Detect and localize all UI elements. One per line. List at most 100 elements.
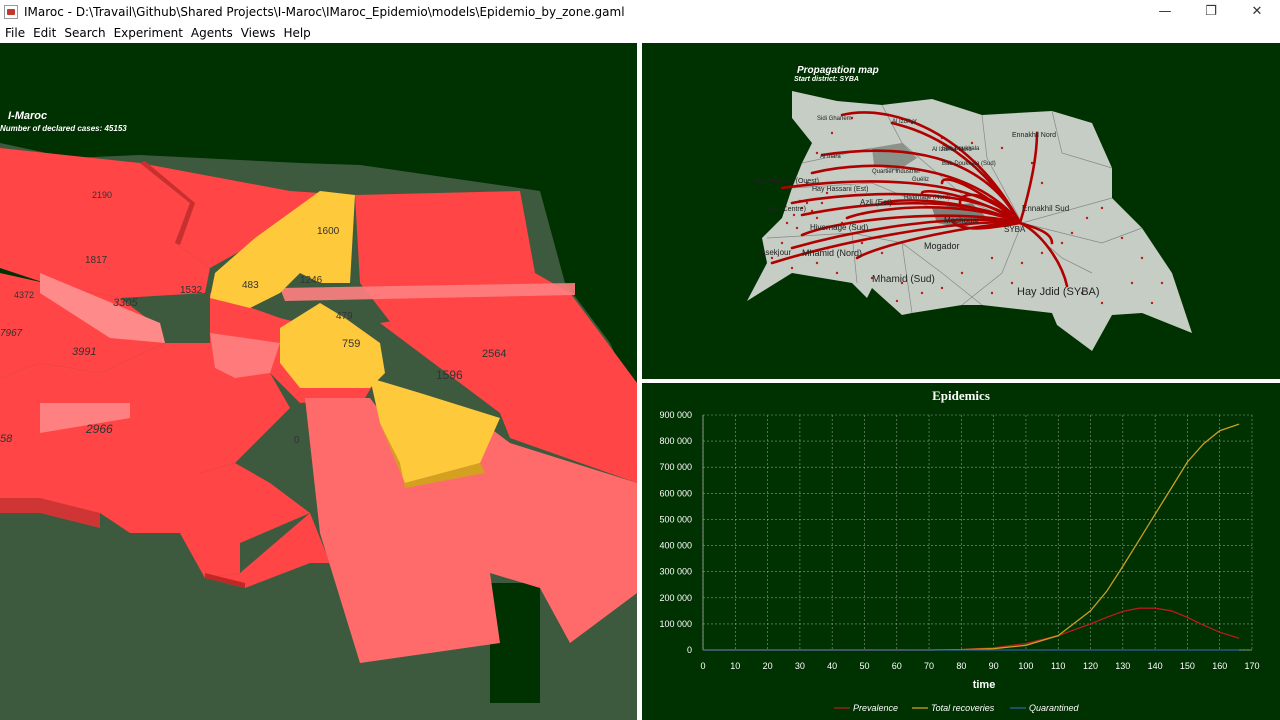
minimize-button[interactable]: —: [1142, 0, 1188, 23]
district-label: Ennakhil Nord: [1012, 132, 1056, 139]
menu-experiment[interactable]: Experiment: [110, 26, 187, 40]
district-label: Azli (Est): [860, 198, 892, 207]
menu-file[interactable]: File: [0, 26, 29, 40]
y-tick-label: 700 000: [659, 462, 692, 472]
district-label: Hay Jdid (SYBA): [1017, 286, 1100, 298]
district-label: Al Izdihar: [892, 119, 917, 125]
chart-series: [703, 423, 1240, 651]
y-tick-label: 200 000: [659, 593, 692, 603]
x-tick-label: 100: [1018, 661, 1033, 671]
propagation-map-view[interactable]: Propagation map Start district: SYBA Enn…: [642, 43, 1280, 379]
x-tick-label: 20: [763, 661, 773, 671]
district-label: SYBA: [1004, 225, 1026, 234]
series-line-prevalence: [703, 607, 1240, 651]
x-tick-label: 160: [1212, 661, 1227, 671]
x-axis-label: time: [973, 679, 996, 691]
x-tick-label: 120: [1083, 661, 1098, 671]
legend-label: Quarantined: [1029, 703, 1080, 713]
zone-label: 4372: [14, 290, 34, 300]
zone-label: 2190: [92, 190, 112, 200]
title-bar: IMaroc - D:\Travail\Github\Shared Projec…: [0, 0, 1280, 23]
district-label: Hay Hassani (Est): [812, 186, 868, 193]
zone-label: 1817: [85, 255, 108, 266]
epidemics-chart: Epidemics 0 10 20 30 40 50 60 70 80 90 100 110 120 13…: [659, 388, 1259, 713]
x-tick-label: 130: [1115, 661, 1130, 671]
menu-help[interactable]: Help: [279, 26, 314, 40]
window-title: IMaroc - D:\Travail\Github\Shared Projec…: [24, 4, 625, 19]
maximize-button[interactable]: ❐: [1188, 0, 1234, 23]
district-label: Guéliz: [912, 177, 929, 183]
zone-map-canvas: I-Maroc Number of declared cases: 45153 …: [0, 110, 637, 720]
zone-label: 2966: [85, 422, 113, 436]
x-tick-label: 150: [1180, 661, 1195, 671]
x-tick-label: 50: [859, 661, 869, 671]
district-label: Sidi Ghanem: [817, 116, 852, 122]
zone-label: 3991: [72, 346, 96, 358]
chart-grid: [702, 414, 1253, 651]
district-label: Mhamid (Sud): [872, 274, 935, 285]
menu-views[interactable]: Views: [237, 26, 280, 40]
district-label: Bab Doukkala (Sud): [942, 161, 996, 167]
close-button[interactable]: ✕: [1234, 0, 1280, 23]
district-label: Asekjour: [760, 248, 791, 257]
district-label: Azli (Centre): [767, 206, 806, 213]
propagation-map-canvas: Propagation map Start district: SYBA Enn…: [747, 65, 1192, 351]
menu-bar: File Edit Search Experiment Agents Views…: [0, 23, 1280, 43]
x-tick-label: 60: [892, 661, 902, 671]
zone-label: 0: [294, 435, 300, 446]
x-tick-label: 40: [827, 661, 837, 671]
district-label: Hivernage (Sud): [810, 223, 869, 232]
x-tick-label: 140: [1148, 661, 1163, 671]
x-tick-label: 90: [989, 661, 999, 671]
y-tick-label: 600 000: [659, 488, 692, 498]
district-label: Hay Hassani (Ouest): [754, 178, 819, 185]
chart-legend: Prevalence Total recoveries Quarantined: [834, 703, 1080, 713]
zone-label: 483: [242, 280, 259, 291]
window-controls: — ❐ ✕: [1142, 0, 1280, 23]
chart-title: Epidemics: [932, 388, 990, 403]
y-tick-label: 800 000: [659, 436, 692, 446]
app-icon: [4, 4, 18, 19]
epidemics-chart-view[interactable]: Epidemics 0 10 20 30 40 50 60 70 80 90 100 110 120 13…: [642, 383, 1280, 720]
x-tick-label: 110: [1051, 661, 1065, 671]
menu-agents[interactable]: Agents: [187, 26, 237, 40]
y-tick-label: 300 000: [659, 567, 692, 577]
zone-label: 58: [0, 433, 13, 445]
zone-label: 479: [336, 311, 353, 322]
zone-label: 1600: [317, 226, 340, 237]
zone-label: 1532: [180, 285, 203, 296]
district-label: Quartier Industriel: [872, 169, 920, 175]
x-tick-label: 80: [956, 661, 966, 671]
menu-edit[interactable]: Edit: [29, 26, 60, 40]
district-label: Mechouar: [944, 216, 980, 225]
zone-label: 2564: [482, 348, 506, 360]
y-tick-label: 0: [687, 645, 692, 655]
zone-label: 3305: [113, 297, 138, 309]
left-view-subtitle: Number of declared cases: 45153: [0, 124, 127, 133]
zone-label: 7967: [0, 328, 23, 339]
left-view-title: I-Maroc: [8, 110, 47, 122]
district-label: Bab Doukkala: [942, 146, 980, 152]
zone-label: 759: [342, 338, 360, 350]
x-tick-label: 70: [924, 661, 934, 671]
district-label: Mhamid (Nord): [802, 248, 862, 258]
x-tick-label: 0: [700, 661, 705, 671]
district-label: Mogador: [924, 241, 960, 251]
zone-map-view[interactable]: I-Maroc Number of declared cases: 45153 …: [0, 43, 637, 720]
x-tick-label: 30: [795, 661, 805, 671]
propagation-subtitle: Start district: SYBA: [794, 76, 859, 83]
menu-search[interactable]: Search: [60, 26, 109, 40]
district-label: Al Inara: [820, 154, 841, 160]
y-tick-label: 100 000: [659, 619, 692, 629]
zone-label: 1596: [436, 368, 463, 382]
series-line-total-recoveries: [703, 423, 1240, 651]
y-tick-label: 900 000: [659, 410, 692, 420]
x-tick-label: 170: [1244, 661, 1259, 671]
y-tick-label: 500 000: [659, 514, 692, 524]
legend-label: Prevalence: [853, 703, 898, 713]
district-label: Ennakhil Sud: [1022, 204, 1069, 213]
y-tick-label: 400 000: [659, 541, 692, 551]
x-tick-label: 10: [730, 661, 740, 671]
propagation-title: Propagation map: [797, 65, 879, 76]
zone-label: 1246: [300, 275, 323, 286]
